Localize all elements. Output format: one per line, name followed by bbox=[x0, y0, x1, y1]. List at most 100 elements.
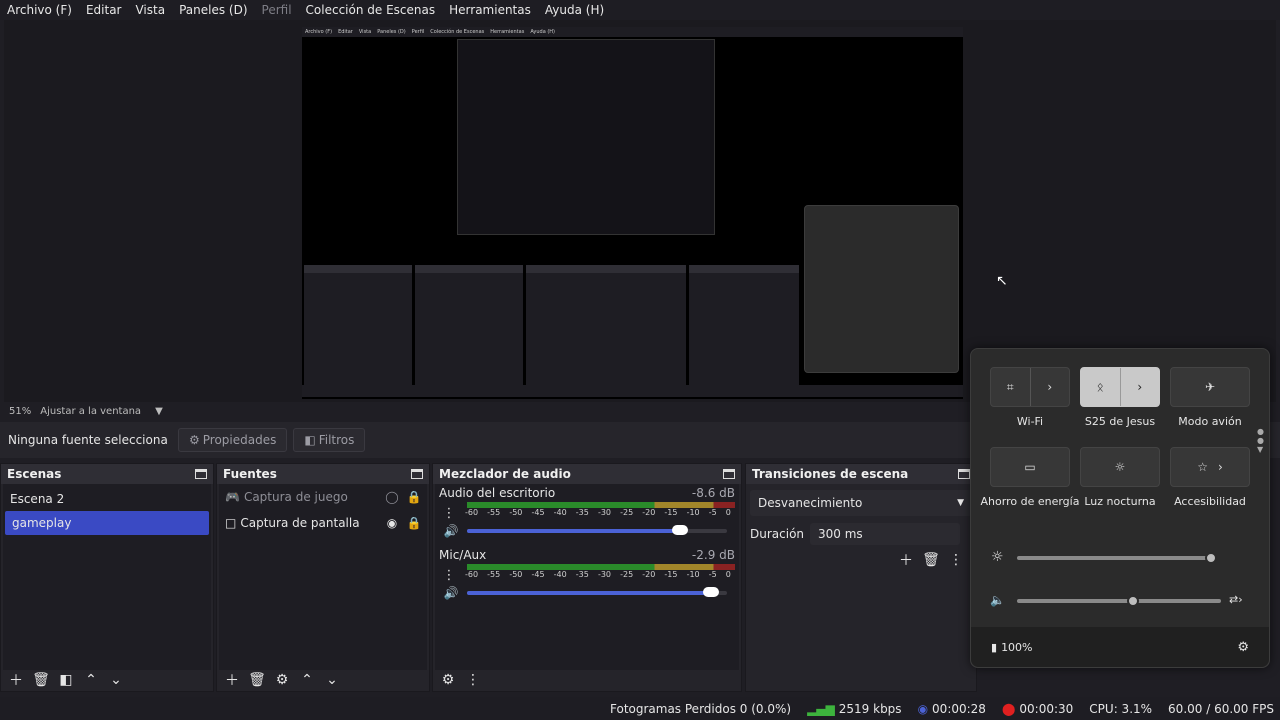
undock-icon[interactable] bbox=[411, 469, 423, 479]
gear-icon[interactable]: ⚙ bbox=[271, 670, 293, 690]
bluetooth-label: S25 de Jesus bbox=[1084, 415, 1156, 428]
volume-knob[interactable] bbox=[703, 587, 720, 597]
undock-icon[interactable] bbox=[958, 469, 970, 479]
page-dots[interactable]: ● ● ▼ bbox=[1257, 427, 1264, 454]
more-icon[interactable]: ⋮ bbox=[945, 550, 967, 570]
chevron-right-icon[interactable]: › bbox=[1031, 368, 1070, 406]
bitrate-stat: ▂▄▆ 2519 kbps bbox=[807, 702, 901, 716]
sources-dock-header: Fuentes bbox=[217, 464, 429, 484]
volume-slider[interactable] bbox=[467, 525, 727, 535]
undock-icon[interactable] bbox=[723, 469, 735, 479]
stream-time: 00:00:28 bbox=[932, 701, 986, 716]
nested-transitions-dock bbox=[689, 265, 799, 385]
sources-dock: Fuentes 🎮 Captura de juego ◯ 🔒 □ Captura… bbox=[216, 463, 430, 692]
audio-mixer-dock: Mezclador de audio Audio del escritorio -… bbox=[432, 463, 742, 692]
airplane-tile[interactable]: ✈ bbox=[1170, 367, 1250, 407]
tick-label: -25 bbox=[620, 570, 634, 579]
menu-ayuda[interactable]: Ayuda (H) bbox=[538, 3, 611, 17]
brightness-icon: ☼ bbox=[991, 549, 1004, 565]
battery-saver-icon: ▭ bbox=[1024, 460, 1036, 474]
advanced-audio-icon[interactable]: ⚙ bbox=[437, 670, 459, 690]
night-light-icon: ☼ bbox=[1114, 460, 1126, 474]
more-icon[interactable]: ⋮ bbox=[462, 670, 484, 690]
chevron-up-icon[interactable]: ⌃ bbox=[296, 670, 318, 690]
tick-label: -10 bbox=[686, 570, 700, 579]
zoom-fit-select[interactable]: Ajustar a la ventana bbox=[40, 406, 141, 417]
night-light-tile[interactable]: ☼ bbox=[1080, 447, 1160, 487]
menu-editar[interactable]: Editar bbox=[79, 3, 129, 17]
undock-icon[interactable] bbox=[195, 469, 207, 479]
lock-icon[interactable]: 🔒 bbox=[405, 516, 423, 530]
tick-label: 0 bbox=[725, 570, 731, 579]
brightness-slider[interactable] bbox=[1017, 552, 1218, 564]
volume-slider[interactable] bbox=[467, 587, 727, 597]
scene-item-selected[interactable]: gameplay bbox=[5, 511, 209, 535]
bluetooth-tile[interactable]: ᛟ › bbox=[1080, 367, 1160, 407]
eye-icon[interactable]: ◉ bbox=[383, 516, 401, 530]
source-label: Captura de pantalla bbox=[240, 516, 360, 530]
filters-button[interactable]: ◧ Filtros bbox=[293, 428, 366, 452]
bluetooth-icon[interactable]: ᛟ bbox=[1081, 368, 1120, 406]
mouse-cursor-icon: ↖ bbox=[996, 273, 1008, 289]
accessibility-tile[interactable]: ☆ › bbox=[1170, 447, 1250, 487]
add-icon[interactable]: ＋ bbox=[221, 670, 243, 690]
wifi-tile[interactable]: ⌗ › bbox=[990, 367, 1070, 407]
nested-menu-item: Editar bbox=[338, 29, 353, 35]
mixer-body: Audio del escritorio -8.6 dB ⋮ -60 -55 -50-… bbox=[435, 484, 739, 670]
volume-knob[interactable] bbox=[672, 525, 689, 535]
brightness-knob[interactable] bbox=[1205, 552, 1218, 564]
trash-icon[interactable]: 🗑 bbox=[920, 550, 942, 570]
audio-output-icon[interactable]: ⇄› bbox=[1229, 593, 1243, 606]
menu-vista[interactable]: Vista bbox=[128, 3, 172, 17]
chevron-down-icon[interactable]: ⌄ bbox=[105, 670, 127, 690]
stream-stat: ◉ 00:00:28 bbox=[918, 702, 986, 716]
menu-perfil[interactable]: Perfil bbox=[255, 3, 299, 17]
volume-knob[interactable] bbox=[1127, 595, 1140, 607]
add-icon[interactable]: ＋ bbox=[895, 550, 917, 570]
chevron-up-icon[interactable]: ⌃ bbox=[80, 670, 102, 690]
menu-archivo[interactable]: Archivo (F) bbox=[0, 3, 79, 17]
source-item[interactable]: □ Captura de pantalla ◉ 🔒 bbox=[219, 510, 427, 536]
transitions-dock: Transiciones de escena Desvanecimiento ▼ … bbox=[745, 463, 977, 692]
speaker-icon[interactable]: 🔊 bbox=[439, 524, 463, 538]
nested-menu-item: Vista bbox=[358, 29, 372, 35]
dropped-frames: Fotogramas Perdidos 0 (0.0%) bbox=[610, 701, 792, 716]
mixer-channel: Audio del escritorio -8.6 dB ⋮ -60 -55 -50-… bbox=[435, 484, 739, 542]
settings-gear-icon[interactable]: ⚙ bbox=[1237, 640, 1249, 655]
properties-button[interactable]: ⚙ Propiedades bbox=[178, 428, 288, 452]
zoom-row: 51% Ajustar a la ventana ▼ bbox=[0, 402, 960, 420]
duration-input[interactable]: 300 ms bbox=[810, 523, 961, 545]
menu-herramientas[interactable]: Herramientas bbox=[442, 3, 538, 17]
add-icon[interactable]: ＋ bbox=[5, 670, 27, 690]
menu-coleccion[interactable]: Colección de Escenas bbox=[299, 3, 443, 17]
scenes-list: Escena 2 gameplay bbox=[3, 484, 211, 670]
accessibility-label: Accesibilidad bbox=[1174, 495, 1246, 508]
battery-status[interactable]: ▮ 100% bbox=[991, 641, 1033, 654]
tick-label: -45 bbox=[531, 570, 545, 579]
nested-mixer-dock bbox=[526, 265, 686, 385]
chevron-down-icon[interactable]: ⌄ bbox=[321, 670, 343, 690]
eye-hidden-icon[interactable]: ◯ bbox=[383, 490, 401, 504]
battery-saver-tile[interactable]: ▭ bbox=[990, 447, 1070, 487]
lock-icon[interactable]: 🔒 bbox=[405, 490, 423, 504]
preview-canvas[interactable]: Archivo (F) Editar Vista Paneles (D) Per… bbox=[302, 27, 963, 399]
bitrate-value: 2519 kbps bbox=[838, 701, 902, 716]
filter-icon[interactable]: ◧ bbox=[55, 670, 77, 690]
source-item[interactable]: 🎮 Captura de juego ◯ 🔒 bbox=[219, 484, 427, 510]
trash-icon[interactable]: 🗑 bbox=[30, 670, 52, 690]
scenes-dock-header: Escenas bbox=[1, 464, 213, 484]
tick-label: -20 bbox=[642, 570, 656, 579]
battery-percent: 100% bbox=[1001, 640, 1033, 654]
menu-paneles[interactable]: Paneles (D) bbox=[172, 3, 254, 17]
mixer-toolbar: ⚙ ⋮ bbox=[433, 668, 741, 691]
trash-icon[interactable]: 🗑 bbox=[246, 670, 268, 690]
chevron-right-icon[interactable]: › bbox=[1121, 368, 1160, 406]
volume-slider[interactable] bbox=[1017, 595, 1221, 607]
speaker-icon[interactable]: 🔊 bbox=[439, 586, 463, 600]
scene-item[interactable]: Escena 2 bbox=[3, 487, 211, 511]
transition-select[interactable]: Desvanecimiento ▼ bbox=[750, 490, 972, 516]
zoom-percent: 51% bbox=[9, 405, 32, 417]
chevron-down-icon[interactable]: ▼ bbox=[155, 406, 163, 417]
wifi-icon[interactable]: ⌗ bbox=[991, 368, 1030, 406]
chevron-right-icon: › bbox=[1217, 460, 1223, 474]
